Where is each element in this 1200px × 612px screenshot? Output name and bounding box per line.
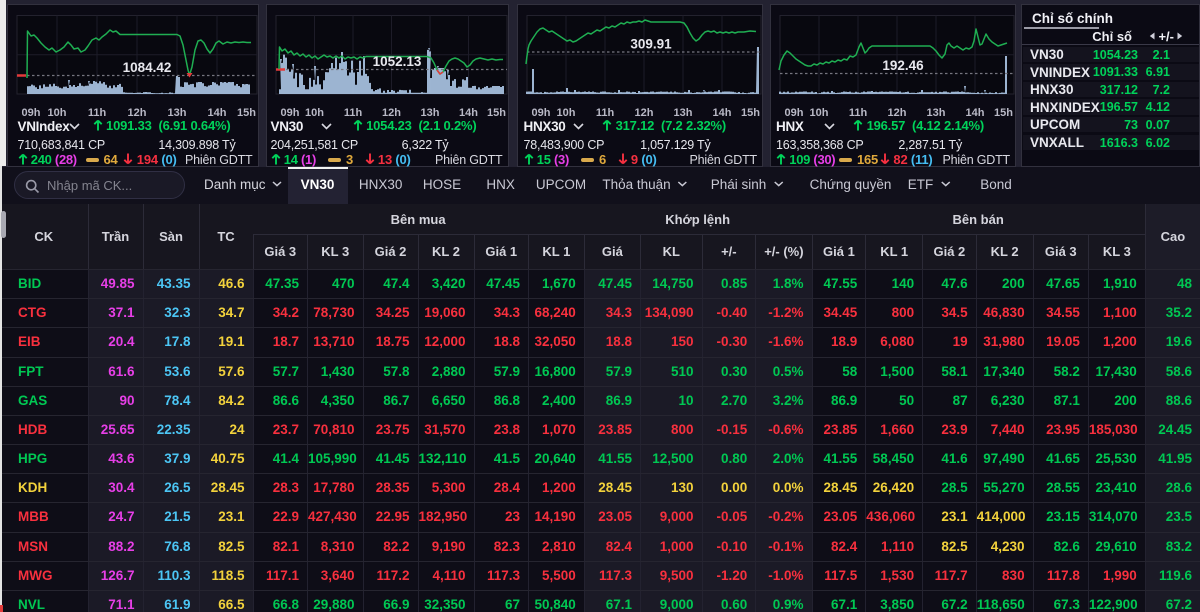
svg-text:12h: 12h (635, 107, 654, 119)
svg-text:13h: 13h (167, 107, 186, 119)
svg-text:11h: 11h (87, 107, 106, 119)
svg-text:14h: 14h (713, 107, 732, 119)
svg-text:1052.13: 1052.13 (372, 54, 421, 69)
svg-text:09h: 09h (785, 107, 804, 119)
svg-text:309.91: 309.91 (630, 36, 672, 51)
svg-text:13h: 13h (420, 107, 439, 119)
svg-text:192.46: 192.46 (882, 58, 924, 73)
svg-text:09h: 09h (280, 107, 299, 119)
svg-text:1084.42: 1084.42 (122, 60, 171, 75)
svg-text:10h: 10h (47, 107, 66, 119)
svg-text:13h: 13h (674, 107, 693, 119)
svg-text:10h: 10h (810, 107, 829, 119)
svg-text:11h: 11h (849, 107, 868, 119)
svg-text:14h: 14h (966, 107, 985, 119)
svg-text:09h: 09h (532, 107, 551, 119)
svg-text:12h: 12h (888, 107, 907, 119)
svg-text:15h: 15h (994, 107, 1013, 119)
svg-text:15h: 15h (237, 107, 256, 119)
svg-text:14h: 14h (459, 107, 478, 119)
svg-text:09h: 09h (21, 107, 40, 119)
svg-text:15h: 15h (741, 107, 760, 119)
svg-text:11h: 11h (343, 107, 362, 119)
svg-text:15h: 15h (487, 107, 506, 119)
svg-text:13h: 13h (927, 107, 946, 119)
svg-text:10h: 10h (557, 107, 576, 119)
svg-text:10h: 10h (305, 107, 324, 119)
svg-text:11h: 11h (596, 107, 615, 119)
svg-text:12h: 12h (127, 107, 146, 119)
svg-text:12h: 12h (382, 107, 401, 119)
svg-text:14h: 14h (207, 107, 226, 119)
